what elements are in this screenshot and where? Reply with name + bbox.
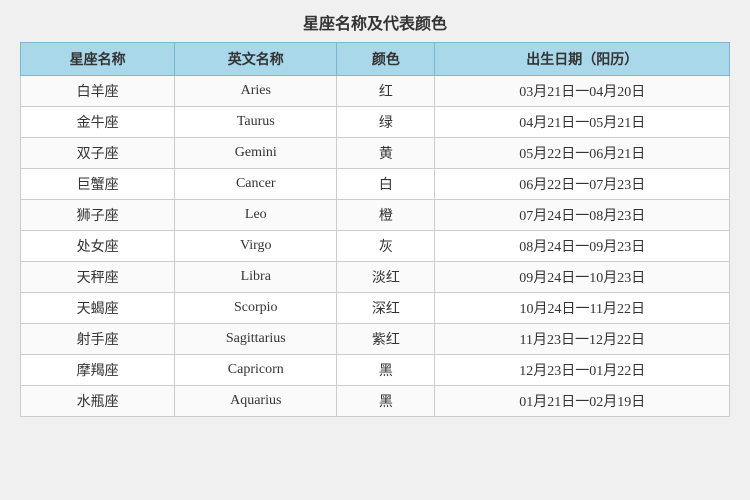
cell-color: 黄: [337, 138, 435, 169]
page-title: 星座名称及代表颜色: [20, 10, 730, 34]
cell-date: 05月22日一06月21日: [435, 138, 730, 169]
header-color: 颜色: [337, 43, 435, 76]
table-row: 处女座Virgo灰08月24日一09月23日: [21, 231, 730, 262]
cell-date: 04月21日一05月21日: [435, 107, 730, 138]
cell-date: 10月24日一11月22日: [435, 293, 730, 324]
cell-english-name: Taurus: [175, 107, 337, 138]
table-row: 射手座Sagittarius紫红11月23日一12月22日: [21, 324, 730, 355]
table-row: 金牛座Taurus绿04月21日一05月21日: [21, 107, 730, 138]
cell-english-name: Libra: [175, 262, 337, 293]
cell-color: 灰: [337, 231, 435, 262]
header-english-name: 英文名称: [175, 43, 337, 76]
cell-english-name: Sagittarius: [175, 324, 337, 355]
header-date: 出生日期（阳历）: [435, 43, 730, 76]
cell-chinese-name: 天秤座: [21, 262, 175, 293]
cell-english-name: Gemini: [175, 138, 337, 169]
cell-chinese-name: 白羊座: [21, 76, 175, 107]
cell-english-name: Aquarius: [175, 386, 337, 417]
cell-date: 12月23日一01月22日: [435, 355, 730, 386]
cell-english-name: Aries: [175, 76, 337, 107]
table-row: 双子座Gemini黄05月22日一06月21日: [21, 138, 730, 169]
cell-date: 07月24日一08月23日: [435, 200, 730, 231]
cell-chinese-name: 射手座: [21, 324, 175, 355]
table-header-row: 星座名称 英文名称 颜色 出生日期（阳历）: [21, 43, 730, 76]
cell-chinese-name: 天蝎座: [21, 293, 175, 324]
cell-chinese-name: 处女座: [21, 231, 175, 262]
main-container: 星座名称及代表颜色 星座名称 英文名称 颜色 出生日期（阳历） 白羊座Aries…: [20, 10, 730, 417]
cell-color: 深红: [337, 293, 435, 324]
cell-chinese-name: 金牛座: [21, 107, 175, 138]
cell-date: 06月22日一07月23日: [435, 169, 730, 200]
table-row: 白羊座Aries红03月21日一04月20日: [21, 76, 730, 107]
cell-color: 红: [337, 76, 435, 107]
table-row: 天蝎座Scorpio深红10月24日一11月22日: [21, 293, 730, 324]
cell-color: 橙: [337, 200, 435, 231]
table-row: 摩羯座Capricorn黑12月23日一01月22日: [21, 355, 730, 386]
cell-date: 08月24日一09月23日: [435, 231, 730, 262]
table-row: 天秤座Libra淡红09月24日一10月23日: [21, 262, 730, 293]
cell-date: 01月21日一02月19日: [435, 386, 730, 417]
cell-color: 紫红: [337, 324, 435, 355]
cell-english-name: Virgo: [175, 231, 337, 262]
cell-color: 黑: [337, 386, 435, 417]
table-row: 狮子座Leo橙07月24日一08月23日: [21, 200, 730, 231]
cell-color: 白: [337, 169, 435, 200]
cell-chinese-name: 双子座: [21, 138, 175, 169]
cell-chinese-name: 狮子座: [21, 200, 175, 231]
cell-english-name: Capricorn: [175, 355, 337, 386]
cell-date: 09月24日一10月23日: [435, 262, 730, 293]
header-chinese-name: 星座名称: [21, 43, 175, 76]
cell-date: 11月23日一12月22日: [435, 324, 730, 355]
table-row: 巨蟹座Cancer白06月22日一07月23日: [21, 169, 730, 200]
zodiac-table: 星座名称 英文名称 颜色 出生日期（阳历） 白羊座Aries红03月21日一04…: [20, 42, 730, 417]
cell-color: 淡红: [337, 262, 435, 293]
cell-chinese-name: 水瓶座: [21, 386, 175, 417]
cell-color: 黑: [337, 355, 435, 386]
cell-color: 绿: [337, 107, 435, 138]
table-row: 水瓶座Aquarius黑01月21日一02月19日: [21, 386, 730, 417]
cell-english-name: Cancer: [175, 169, 337, 200]
cell-date: 03月21日一04月20日: [435, 76, 730, 107]
cell-chinese-name: 摩羯座: [21, 355, 175, 386]
cell-english-name: Leo: [175, 200, 337, 231]
cell-chinese-name: 巨蟹座: [21, 169, 175, 200]
cell-english-name: Scorpio: [175, 293, 337, 324]
